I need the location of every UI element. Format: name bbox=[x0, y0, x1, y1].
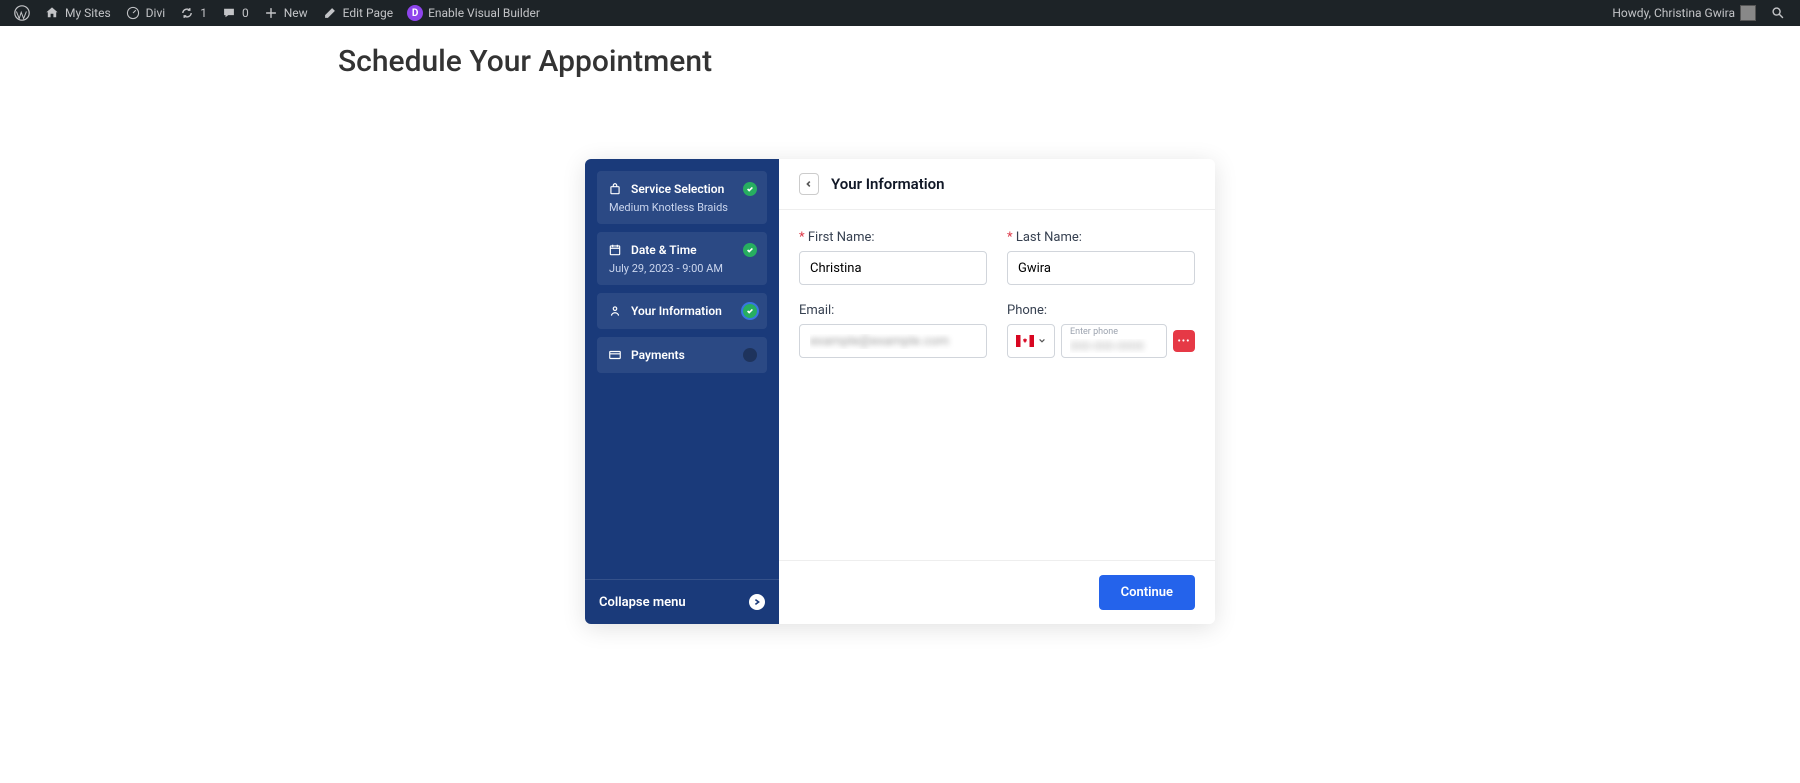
edit-page-label: Edit Page bbox=[343, 6, 393, 20]
form-group-last-name: * Last Name: bbox=[1007, 230, 1195, 285]
check-icon bbox=[743, 304, 757, 318]
main-title: Your Information bbox=[831, 175, 945, 193]
last-name-label: * Last Name: bbox=[1007, 230, 1195, 245]
lastpass-icon[interactable]: ••• bbox=[1173, 330, 1195, 352]
user-menu[interactable]: Howdy, Christina Gwira bbox=[1606, 0, 1762, 26]
step-header: Service Selection bbox=[607, 181, 757, 197]
comments-menu[interactable]: 0 bbox=[215, 0, 255, 26]
step-subtitle: July 29, 2023 - 9:00 AM bbox=[607, 262, 757, 275]
site-name-menu[interactable]: Divi bbox=[119, 0, 172, 26]
collapse-menu[interactable]: Collapse menu bbox=[585, 579, 779, 624]
bag-icon bbox=[607, 181, 623, 197]
booking-main: Your Information * First Name: * Last Na… bbox=[779, 159, 1215, 624]
form-row-contact: Email: Phone: Enter phone bbox=[799, 303, 1195, 358]
new-label: New bbox=[284, 6, 308, 20]
first-name-field[interactable] bbox=[799, 251, 987, 285]
site-name-label: Divi bbox=[146, 6, 166, 20]
refresh-icon bbox=[179, 5, 195, 21]
step-date-time[interactable]: Date & Time July 29, 2023 - 9:00 AM bbox=[597, 232, 767, 285]
step-header: Date & Time bbox=[607, 242, 757, 258]
comment-icon bbox=[221, 5, 237, 21]
admin-bar-right: Howdy, Christina Gwira bbox=[1606, 0, 1792, 26]
form-row-name: * First Name: * Last Name: bbox=[799, 230, 1195, 285]
greeting-label: Howdy, Christina Gwira bbox=[1612, 6, 1735, 20]
step-title: Service Selection bbox=[631, 182, 735, 196]
step-payments[interactable]: Payments bbox=[597, 337, 767, 373]
wp-logo-menu[interactable] bbox=[8, 0, 36, 26]
last-name-field[interactable] bbox=[1007, 251, 1195, 285]
check-icon bbox=[743, 243, 757, 257]
new-content-menu[interactable]: New bbox=[257, 0, 314, 26]
email-field[interactable] bbox=[799, 324, 987, 358]
check-empty-icon bbox=[743, 348, 757, 362]
enable-visual-builder[interactable]: D Enable Visual Builder bbox=[401, 0, 546, 26]
step-service-selection[interactable]: Service Selection Medium Knotless Braids bbox=[597, 171, 767, 224]
card-icon bbox=[607, 347, 623, 363]
phone-wrap: Enter phone ••• bbox=[1007, 324, 1195, 358]
form-group-first-name: * First Name: bbox=[799, 230, 987, 285]
form-group-email: Email: bbox=[799, 303, 987, 358]
updates-menu[interactable]: 1 bbox=[173, 0, 213, 26]
chevron-down-icon bbox=[1038, 337, 1046, 345]
calendar-icon bbox=[607, 242, 623, 258]
dashboard-icon bbox=[125, 5, 141, 21]
home-icon bbox=[44, 5, 60, 21]
step-title: Date & Time bbox=[631, 243, 735, 257]
pencil-icon bbox=[322, 5, 338, 21]
updates-count: 1 bbox=[200, 6, 207, 20]
enable-vb-label: Enable Visual Builder bbox=[428, 6, 540, 20]
arrow-right-icon bbox=[749, 594, 765, 610]
search-icon bbox=[1770, 5, 1786, 21]
step-header: Your Information bbox=[607, 303, 757, 319]
comments-count: 0 bbox=[242, 6, 249, 20]
person-icon bbox=[607, 303, 623, 319]
email-label: Email: bbox=[799, 303, 987, 318]
edit-page-menu[interactable]: Edit Page bbox=[316, 0, 399, 26]
flag-canada-icon bbox=[1016, 335, 1034, 347]
step-your-information[interactable]: Your Information bbox=[597, 293, 767, 329]
continue-button[interactable]: Continue bbox=[1099, 575, 1195, 610]
my-sites-menu[interactable]: My Sites bbox=[38, 0, 117, 26]
booking-sidebar: Service Selection Medium Knotless Braids… bbox=[585, 159, 779, 624]
admin-bar-left: My Sites Divi 1 0 New bbox=[8, 0, 546, 26]
plus-icon bbox=[263, 5, 279, 21]
form-group-phone: Phone: Enter phone bbox=[1007, 303, 1195, 358]
step-header: Payments bbox=[607, 347, 757, 363]
form-body: * First Name: * Last Name: Email: Phone: bbox=[779, 210, 1215, 560]
my-sites-label: My Sites bbox=[65, 6, 111, 20]
steps-list: Service Selection Medium Knotless Braids… bbox=[585, 159, 779, 579]
search-toggle[interactable] bbox=[1764, 0, 1792, 26]
collapse-label: Collapse menu bbox=[599, 595, 686, 610]
step-title: Your Information bbox=[631, 304, 735, 318]
check-icon bbox=[743, 182, 757, 196]
wordpress-icon bbox=[14, 5, 30, 21]
divi-icon: D bbox=[407, 5, 423, 21]
first-name-label: * First Name: bbox=[799, 230, 987, 245]
step-subtitle: Medium Knotless Braids bbox=[607, 201, 757, 214]
main-header: Your Information bbox=[779, 159, 1215, 210]
booking-widget: Service Selection Medium Knotless Braids… bbox=[585, 159, 1215, 624]
main-footer: Continue bbox=[779, 560, 1215, 624]
wp-admin-bar: My Sites Divi 1 0 New bbox=[0, 0, 1800, 26]
country-select[interactable] bbox=[1007, 324, 1055, 358]
page-title: Schedule Your Appointment bbox=[0, 26, 1800, 79]
avatar bbox=[1740, 5, 1756, 21]
phone-label: Phone: bbox=[1007, 303, 1195, 318]
phone-placeholder: Enter phone bbox=[1070, 327, 1118, 337]
step-title: Payments bbox=[631, 348, 735, 362]
phone-input-wrap: Enter phone bbox=[1061, 324, 1167, 358]
back-button[interactable] bbox=[799, 173, 819, 195]
